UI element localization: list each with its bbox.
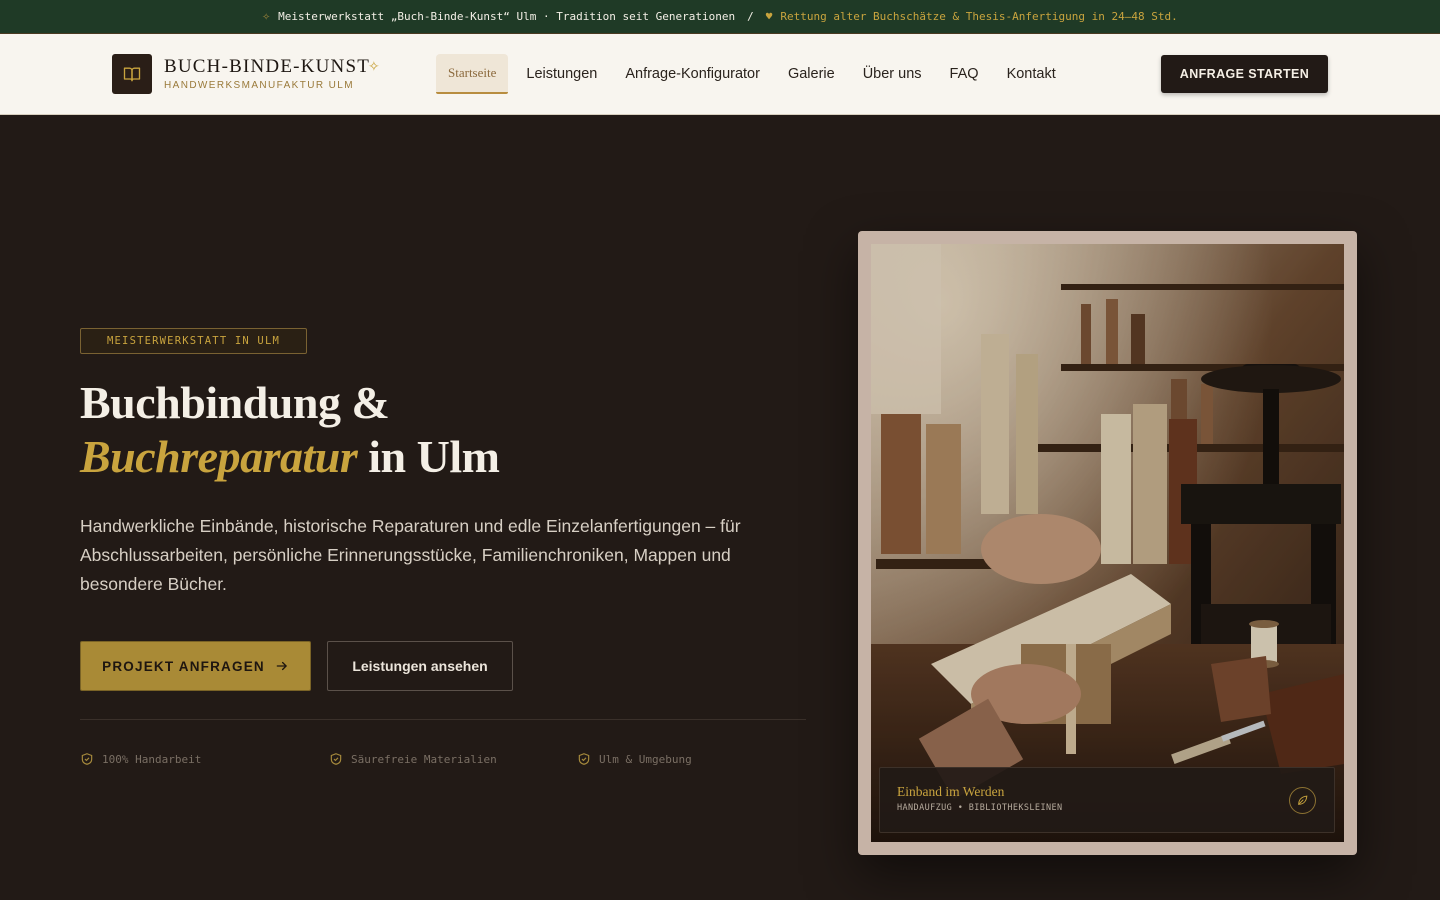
hero-badge: MEISTERWERKSTATT IN ULM xyxy=(80,328,307,354)
main-nav: Startseite Leistungen Anfrage-Konfigurat… xyxy=(436,54,1070,94)
brand-name[interactable]: BUCH-BINDE-KUNST xyxy=(164,56,370,78)
hero-image-card: Einband im Werden HANDAUFZUG • BIBLIOTHE… xyxy=(858,231,1357,855)
hero-title-rest: in Ulm xyxy=(357,431,500,482)
announcement-highlight-text: Rettung alter Buchschätze & Thesis-Anfer… xyxy=(780,10,1178,23)
hero-lead: Handwerkliche Einbände, historische Repa… xyxy=(80,516,741,594)
hero-title: Buchbindung & Buchreparatur in Ulm xyxy=(80,376,500,484)
nav-item-leistungen[interactable]: Leistungen xyxy=(512,54,611,94)
site-header: BUCH-BINDE-KUNST ✧ HANDWERKSMANUFAKTUR U… xyxy=(0,34,1440,115)
nav-item-startseite[interactable]: Startseite xyxy=(436,54,509,94)
image-caption: Einband im Werden HANDAUFZUG • BIBLIOTHE… xyxy=(879,767,1335,833)
logo[interactable] xyxy=(112,54,152,94)
announcement-separator: / xyxy=(747,10,754,23)
nav-item-ueber-uns[interactable]: Über uns xyxy=(849,54,936,94)
feature-handarbeit: 100% Handarbeit xyxy=(80,752,201,766)
workshop-illustration xyxy=(871,244,1344,842)
shield-check-icon xyxy=(578,753,590,765)
shield-check-icon xyxy=(330,753,342,765)
request-project-button[interactable]: PROJEKT ANFRAGEN xyxy=(80,641,311,691)
brand-subtitle: HANDWERKSMANUFAKTUR ULM xyxy=(164,80,354,91)
shield-check-icon xyxy=(81,753,93,765)
nav-item-anfrage-konfigurator[interactable]: Anfrage-Konfigurator xyxy=(611,54,774,94)
book-icon xyxy=(123,67,141,82)
arrow-right-icon xyxy=(276,661,287,671)
announcement-bar: ✧ Meisterwerkstatt „Buch-Binde-Kunst“ Ul… xyxy=(0,0,1440,34)
caption-subtitle: HANDAUFZUG • BIBLIOTHEKSLEINEN xyxy=(897,803,1063,813)
caption-title: Einband im Werden xyxy=(897,784,1005,799)
request-project-label: PROJEKT ANFRAGEN xyxy=(102,658,265,674)
nav-item-kontakt[interactable]: Kontakt xyxy=(993,54,1070,94)
sparkle-icon: ✧ xyxy=(368,58,380,74)
feature-label: 100% Handarbeit xyxy=(102,752,202,766)
heart-icon: ♥ xyxy=(765,10,773,23)
hero-title-line1: Buchbindung & xyxy=(80,377,390,428)
feature-label: Säurefreie Materialien xyxy=(351,752,497,766)
view-services-button[interactable]: Leistungen ansehen xyxy=(327,641,513,691)
sparkle-icon: ✧ xyxy=(262,9,271,24)
hero-title-highlight: Buchreparatur xyxy=(80,431,358,482)
announcement-main-text: Meisterwerkstatt „Buch-Binde-Kunst“ Ulm … xyxy=(278,10,736,23)
start-inquiry-button[interactable]: ANFRAGE STARTEN xyxy=(1161,55,1328,93)
nav-item-galerie[interactable]: Galerie xyxy=(774,54,849,94)
feature-label: Ulm & Umgebung xyxy=(599,752,692,766)
hero-divider xyxy=(80,719,806,720)
workshop-photo xyxy=(871,244,1344,842)
leaf-icon xyxy=(1289,787,1316,814)
nav-item-faq[interactable]: FAQ xyxy=(936,54,993,94)
feature-region: Ulm & Umgebung xyxy=(577,752,692,766)
feature-materialien: Säurefreie Materialien xyxy=(329,752,497,766)
